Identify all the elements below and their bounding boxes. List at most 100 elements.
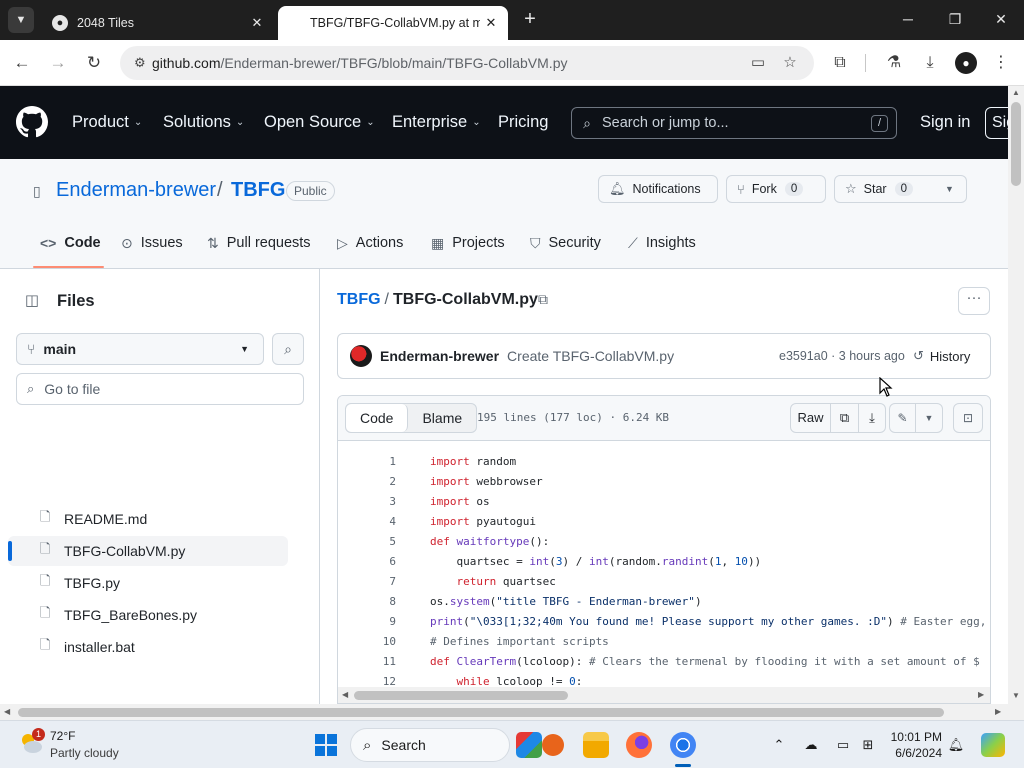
commit-message-link[interactable]: Create TBFG-CollabVM.py <box>507 348 674 364</box>
basketball-app-icon[interactable] <box>542 734 564 756</box>
download-raw-icon[interactable]: ⤓ <box>859 404 885 432</box>
scroll-right-icon[interactable]: ▶ <box>978 690 984 699</box>
new-tab-icon[interactable]: + <box>518 8 542 32</box>
scroll-down-icon[interactable]: ▼ <box>1012 691 1020 700</box>
tree-item-tbfg-barebones[interactable]: 🗋 TBFG_BareBones.py <box>8 600 288 630</box>
pencil-icon[interactable]: ✎ <box>890 404 916 432</box>
restore-icon[interactable]: ❐ <box>935 6 975 32</box>
nav-pricing[interactable]: Pricing <box>498 113 548 132</box>
chevron-up-icon[interactable]: ⌃ <box>769 735 789 755</box>
display-icon[interactable]: ▭ <box>833 735 853 755</box>
close-tab-icon[interactable]: ✕ <box>246 15 268 31</box>
install-app-icon[interactable]: ▭ <box>748 53 768 73</box>
search-files-button[interactable]: ⌕ <box>272 333 304 365</box>
fork-button[interactable]: ⑂ Fork 0 <box>726 175 826 203</box>
star-button[interactable]: ☆ Star 0 <box>834 175 934 203</box>
history-button[interactable]: ↺ History <box>913 348 970 364</box>
scrollbar-thumb[interactable] <box>18 708 944 717</box>
scrollbar-thumb[interactable] <box>354 691 568 700</box>
line-number[interactable]: 9 <box>338 615 396 628</box>
blame-view-button[interactable]: Blame <box>408 404 476 432</box>
tab-search-icon[interactable]: ▼ <box>8 7 34 33</box>
reload-icon[interactable]: ↻ <box>82 51 106 75</box>
line-number[interactable]: 3 <box>338 495 396 508</box>
tree-item-tbfg-collabvm[interactable]: 🗋 TBFG-CollabVM.py <box>8 536 288 566</box>
branch-selector[interactable]: ⑂ main ▼ <box>16 333 264 365</box>
line-number[interactable]: 5 <box>338 535 396 548</box>
profile-icon[interactable]: ● <box>955 52 977 74</box>
back-icon[interactable]: ← <box>10 51 34 75</box>
forward-icon[interactable]: → <box>46 51 70 75</box>
site-info-icon[interactable]: ⚙ <box>120 55 152 71</box>
code-view-button[interactable]: Code <box>346 404 409 432</box>
star-dropdown-icon[interactable]: ▼ <box>933 175 967 203</box>
line-number[interactable]: 4 <box>338 515 396 528</box>
sign-up-button[interactable]: Sign up <box>985 107 1008 139</box>
code-horizontal-scrollbar[interactable]: ◀ ▶ <box>338 687 990 703</box>
network-icon[interactable]: ⊞ <box>858 735 878 755</box>
commit-author-link[interactable]: Enderman-brewer <box>380 348 499 364</box>
copy-path-icon[interactable]: ⧉ <box>538 291 548 308</box>
page-horizontal-scrollbar[interactable]: ◀ ▶ <box>0 704 1024 720</box>
symbols-panel-icon[interactable]: ⊡ <box>953 403 983 433</box>
tree-item-installer[interactable]: 🗋 installer.bat <box>8 632 288 662</box>
weather-temperature[interactable]: 72°F <box>50 729 75 743</box>
breadcrumb-repo-link[interactable]: TBFG <box>337 291 381 308</box>
tab-issues[interactable]: ⊙ Issues <box>121 231 183 255</box>
close-window-icon[interactable]: ✕ <box>981 6 1021 32</box>
scroll-right-icon[interactable]: ▶ <box>995 707 1001 716</box>
browser-tab-github[interactable]: TBFG/TBFG-CollabVM.py at main ✕ <box>278 6 508 40</box>
nav-enterprise[interactable]: Enterprise ⌄ <box>392 113 481 132</box>
tree-item-readme[interactable]: 🗋 README.md <box>8 504 288 534</box>
github-logo-icon[interactable] <box>16 106 48 138</box>
scrollbar-thumb[interactable] <box>1011 102 1021 186</box>
sidebar-collapse-icon[interactable]: ◫ <box>16 288 48 316</box>
tab-security[interactable]: ⛉ Security <box>530 231 601 255</box>
copilot-icon[interactable] <box>981 733 1005 757</box>
repo-owner-link[interactable]: Enderman-brewer <box>56 179 216 202</box>
minimize-icon[interactable]: ─ <box>888 6 928 32</box>
tab-projects[interactable]: ▦ Projects <box>431 231 505 255</box>
windows-start-icon[interactable] <box>315 734 337 756</box>
browser-menu-icon[interactable]: ⋮ <box>990 52 1012 74</box>
line-number[interactable]: 11 <box>338 655 396 668</box>
line-number[interactable]: 2 <box>338 475 396 488</box>
taskbar-search[interactable]: ⌕ Search <box>350 728 510 762</box>
more-options-icon[interactable]: ··· <box>958 287 990 315</box>
edit-dropdown-icon[interactable]: ▼ <box>916 404 942 432</box>
line-number[interactable]: 12 <box>338 675 396 688</box>
line-number[interactable]: 8 <box>338 595 396 608</box>
line-number[interactable]: 7 <box>338 575 396 588</box>
repo-name-link[interactable]: TBFG <box>231 179 285 202</box>
raw-button[interactable]: Raw <box>791 404 831 432</box>
nav-product[interactable]: Product ⌄ <box>72 113 142 132</box>
tab-insights[interactable]: ⟋ Insights <box>628 231 696 255</box>
copy-raw-icon[interactable]: ⧉ <box>831 404 859 432</box>
browser-tab-2048[interactable]: ● 2048 Tiles ✕ <box>40 6 274 40</box>
line-number[interactable]: 6 <box>338 555 396 568</box>
widgets-app-icon[interactable] <box>516 732 542 758</box>
file-explorer-icon[interactable] <box>583 732 609 758</box>
address-bar[interactable]: ⚙ github.com/Enderman-brewer/TBFG/blob/m… <box>120 46 814 80</box>
page-vertical-scrollbar[interactable]: ▲ ▼ <box>1008 86 1024 704</box>
tab-pull-requests[interactable]: ⇅ Pull requests <box>207 231 311 255</box>
tab-code[interactable]: <> Code <box>40 231 101 255</box>
nav-open-source[interactable]: Open Source ⌄ <box>264 113 375 132</box>
close-tab-icon[interactable]: ✕ <box>480 15 502 31</box>
notifications-button[interactable]: 🔔︎ Notifications <box>598 175 718 203</box>
scroll-left-icon[interactable]: ◀ <box>342 690 348 699</box>
tree-item-tbfg[interactable]: 🗋 TBFG.py <box>8 568 288 598</box>
nav-solutions[interactable]: Solutions ⌄ <box>163 113 244 132</box>
go-to-file-input[interactable]: ⌕ Go to file <box>16 373 304 405</box>
scroll-left-icon[interactable]: ◀ <box>4 707 10 716</box>
bookmark-star-icon[interactable]: ☆ <box>780 53 800 73</box>
chrome-icon[interactable] <box>670 732 696 758</box>
download-icon[interactable]: ⤓ <box>919 52 941 74</box>
scroll-up-icon[interactable]: ▲ <box>1012 88 1020 97</box>
labs-icon[interactable]: ⚗ <box>883 52 905 74</box>
line-number[interactable]: 10 <box>338 635 396 648</box>
notification-bell-icon[interactable]: 🔔︎ <box>946 735 966 755</box>
commit-sha-time[interactable]: e3591a0 · 3 hours ago <box>779 349 905 363</box>
tab-actions[interactable]: ▷ Actions <box>337 231 403 255</box>
extensions-icon[interactable]: ⧉ <box>829 52 851 74</box>
